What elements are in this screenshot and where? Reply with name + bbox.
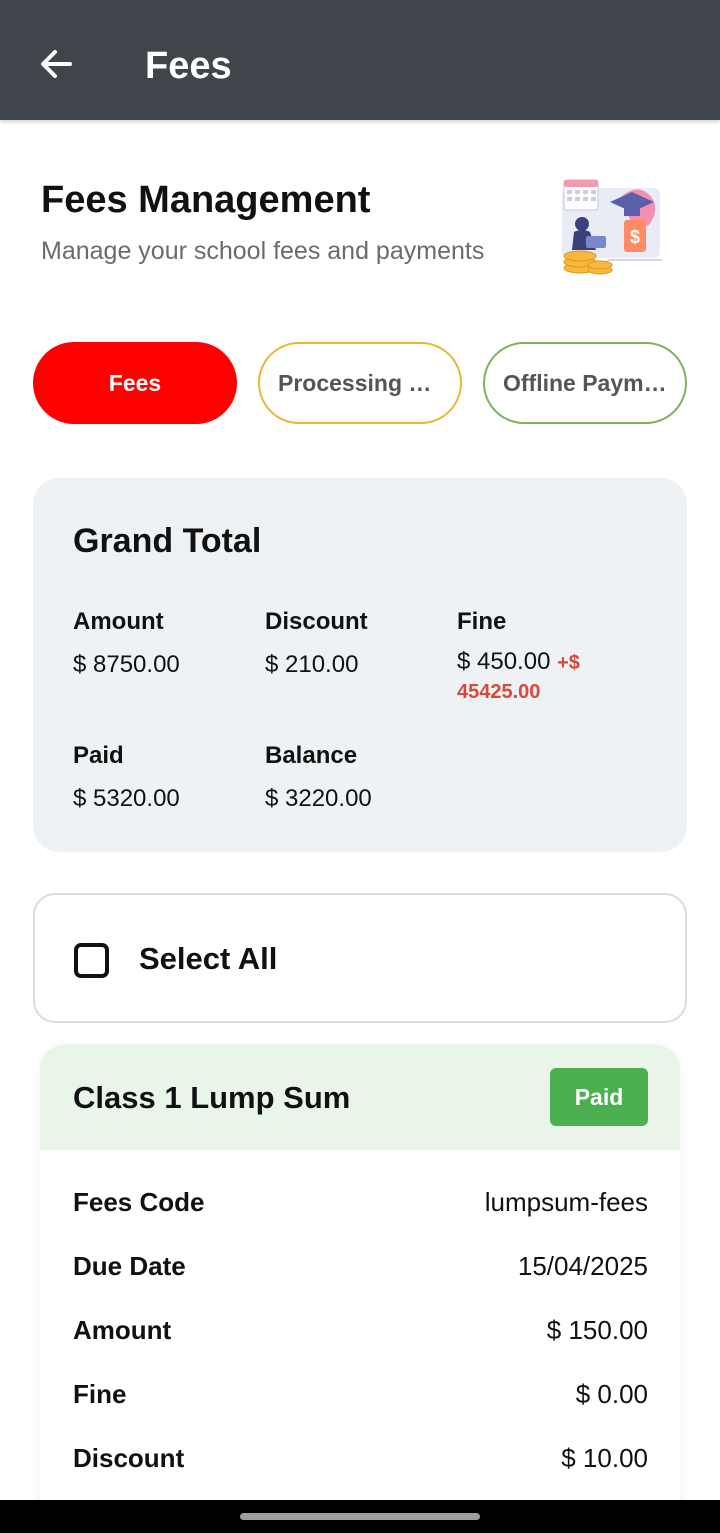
- select-all-row[interactable]: Select All: [33, 893, 687, 1023]
- tab-fees[interactable]: Fees: [33, 342, 237, 424]
- tab-processing-fees-label: Processing Fees: [278, 369, 442, 396]
- fee-item-header: Class 1 Lump Sum Paid: [40, 1044, 680, 1150]
- fees-screen: Fees Fees Management Manage your school …: [0, 0, 720, 1533]
- svg-text:$: $: [630, 227, 640, 247]
- fee-row-value: lumpsum-fees: [484, 1186, 648, 1217]
- fee-row-amount: Amount $ 150.00: [73, 1310, 648, 1350]
- app-bar-title: Fees: [145, 45, 232, 87]
- back-button[interactable]: [28, 36, 84, 92]
- tab-offline-payments[interactable]: Offline Payments: [483, 342, 687, 424]
- arrow-left-icon: [41, 50, 72, 78]
- fee-row-key: Discount: [73, 1442, 185, 1473]
- page-title: Fees Management: [41, 179, 371, 221]
- discount-label: Discount: [265, 608, 368, 635]
- fee-row-fine: Fine $ 0.00: [73, 1374, 648, 1414]
- amount-stat: Amount $ 8750.00: [73, 606, 180, 682]
- grand-total-card: Grand Total Amount $ 8750.00 Discount $ …: [33, 478, 687, 852]
- fees-illustration: $: [562, 179, 662, 275]
- tab-processing-fees[interactable]: Processing Fees: [258, 342, 462, 424]
- fee-row-value: 15/04/2025: [517, 1250, 648, 1281]
- fee-row-fees-code: Fees Code lumpsum-fees: [73, 1182, 648, 1222]
- fee-row-discount: Discount $ 10.00: [73, 1438, 648, 1478]
- amount-label: Amount: [73, 608, 164, 635]
- fee-row-key: Fine: [73, 1378, 127, 1409]
- fee-item-title: Class 1 Lump Sum: [73, 1080, 351, 1115]
- fine-value: $ 450.00: [457, 648, 551, 675]
- grand-total-title: Grand Total: [73, 522, 262, 560]
- paid-stat: Paid $ 5320.00: [73, 740, 180, 816]
- balance-value: $ 3220.00: [265, 785, 372, 812]
- balance-stat: Balance $ 3220.00: [265, 740, 372, 816]
- fee-row-value: $ 0.00: [575, 1378, 648, 1409]
- paid-value: $ 5320.00: [73, 785, 180, 812]
- tab-offline-payments-label: Offline Payments: [503, 369, 667, 396]
- select-all-label: Select All: [139, 941, 278, 976]
- system-nav-bar: [0, 1500, 720, 1533]
- checkbox-unchecked-icon[interactable]: [74, 943, 109, 978]
- fine-value-group: $ 450.00 +$ 45425.00: [457, 648, 657, 706]
- fee-row-key: Amount: [73, 1314, 172, 1345]
- page-subtitle: Manage your school fees and payments: [41, 237, 485, 265]
- paid-label: Paid: [73, 742, 124, 769]
- discount-stat: Discount $ 210.00: [265, 606, 368, 682]
- home-gesture-handle[interactable]: [240, 1513, 480, 1520]
- discount-value: $ 210.00: [265, 651, 359, 678]
- status-badge: Paid: [550, 1068, 648, 1126]
- fee-row-due-date: Due Date 15/04/2025: [73, 1246, 648, 1286]
- amount-value: $ 8750.00: [73, 651, 180, 678]
- fee-row-value: $ 150.00: [546, 1314, 648, 1345]
- tab-fees-label: Fees: [108, 369, 162, 396]
- balance-label: Balance: [265, 742, 358, 769]
- fine-stat: Fine $ 450.00 +$ 45425.00: [457, 606, 657, 706]
- fee-row-key: Due Date: [73, 1250, 186, 1281]
- fine-label: Fine: [457, 608, 507, 635]
- fee-row-key: Fees Code: [73, 1186, 205, 1217]
- fee-row-value: $ 10.00: [561, 1442, 648, 1473]
- fee-item-card[interactable]: Class 1 Lump Sum Paid Fees Code lumpsum-…: [40, 1044, 680, 1514]
- app-bar: Fees: [0, 0, 720, 120]
